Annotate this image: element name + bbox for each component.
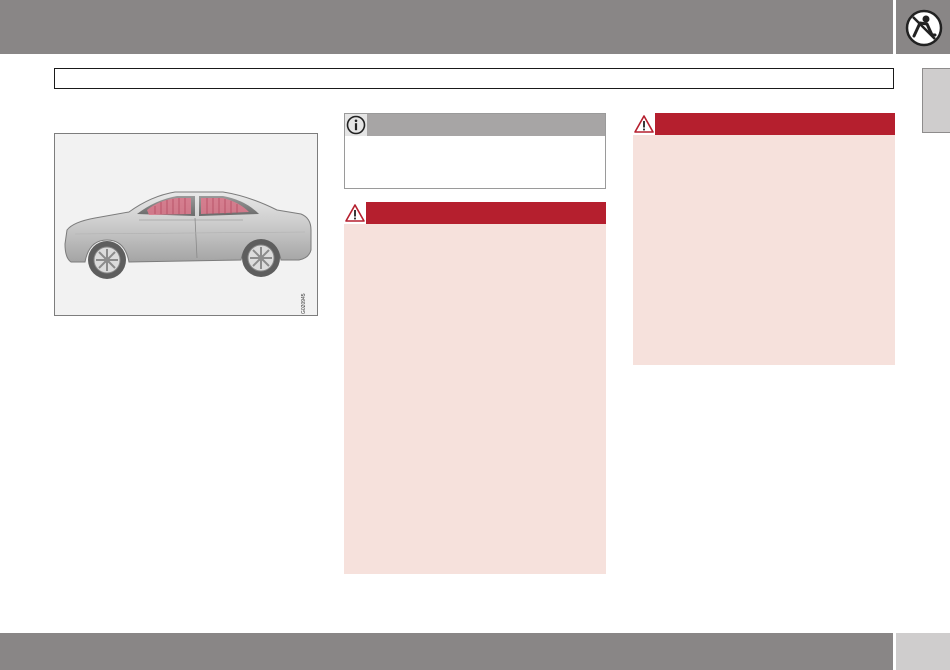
section-title-box: [54, 68, 894, 89]
curtain-airbag-illustration: G020945: [54, 133, 318, 316]
note-box: [344, 113, 606, 189]
note-header: [345, 114, 605, 136]
warning-box: [633, 113, 895, 365]
warning-box: [344, 202, 606, 574]
warning-header: [344, 202, 606, 224]
warning-header: [633, 113, 895, 135]
figure-code: G020945: [301, 293, 307, 314]
footer-bar: [0, 633, 893, 670]
side-chapter-tab[interactable]: [922, 68, 950, 133]
car-side-view-illustration: [64, 191, 312, 279]
info-icon: [345, 114, 367, 136]
seatbelt-airbag-icon: [905, 9, 943, 47]
header-bar: [0, 0, 893, 54]
warning-triangle-icon: [633, 113, 655, 135]
page-number-tab: [896, 633, 950, 670]
warning-triangle-icon: [344, 202, 366, 224]
